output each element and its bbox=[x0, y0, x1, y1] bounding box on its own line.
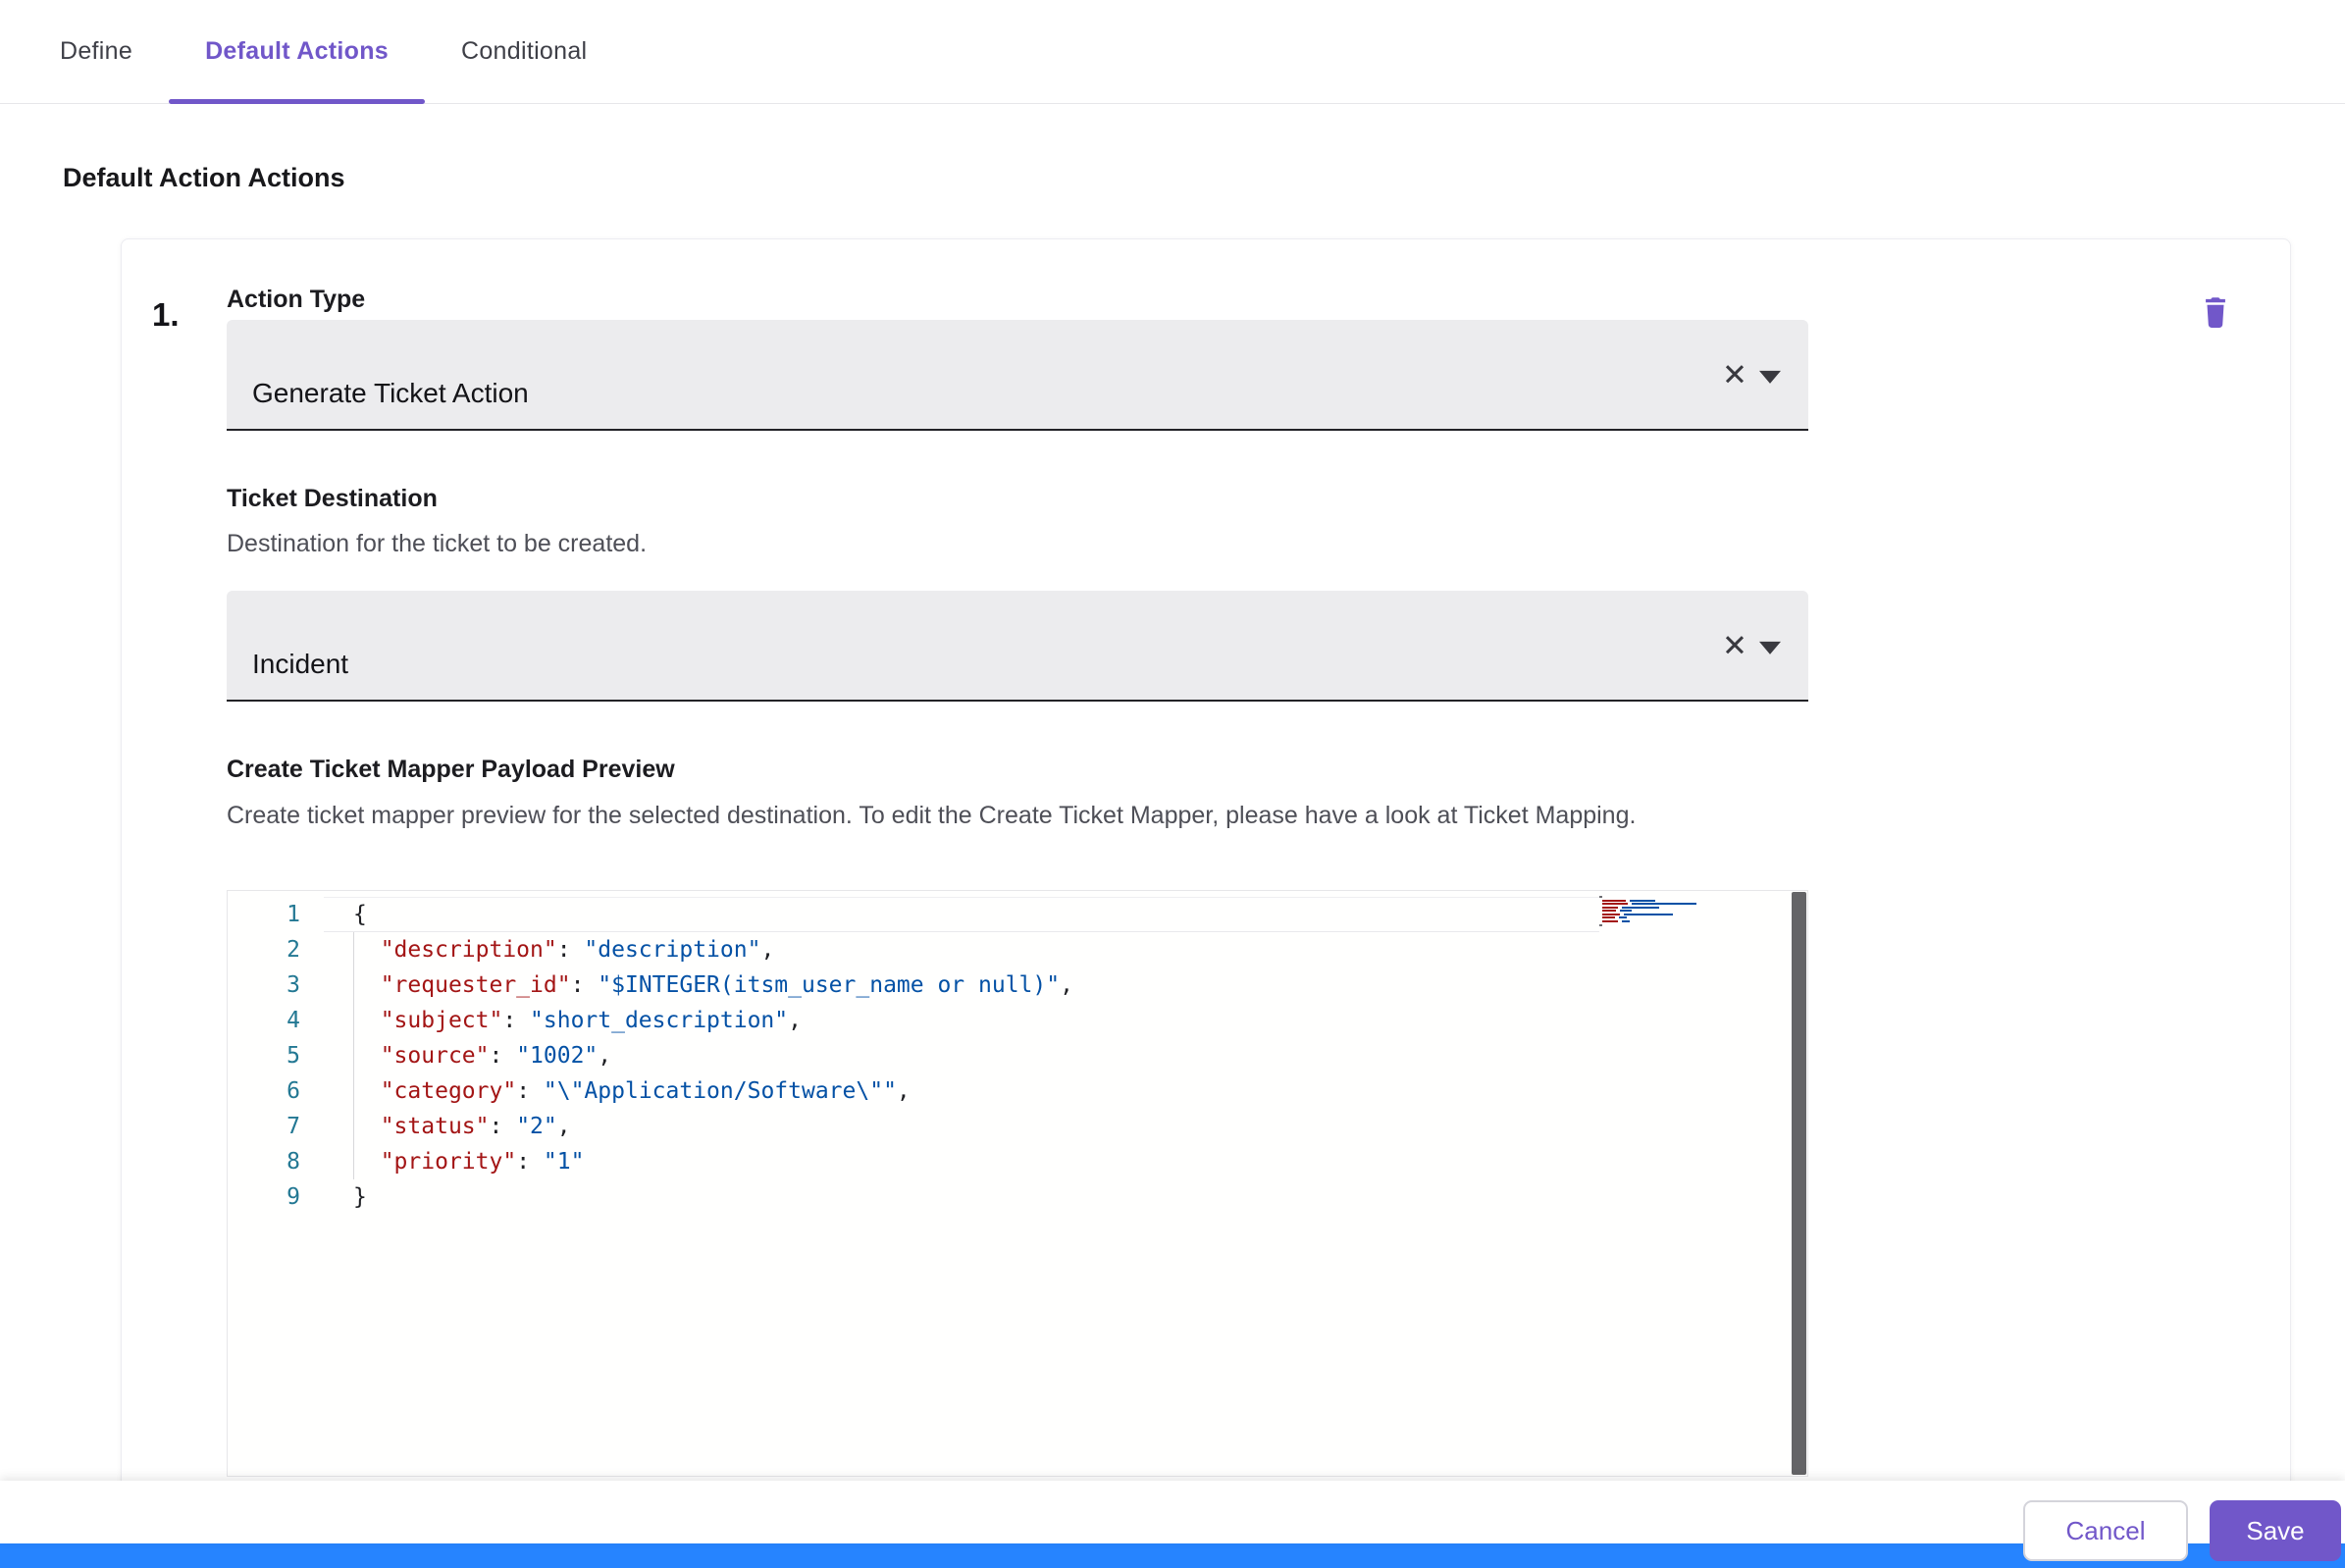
editor-minimap[interactable] bbox=[1599, 896, 1707, 929]
trash-icon bbox=[2199, 292, 2232, 333]
action-type-select[interactable]: Generate Ticket Action ✕ bbox=[227, 320, 1808, 431]
clear-x-icon[interactable]: ✕ bbox=[1722, 359, 1747, 390]
payload-preview-label: Create Ticket Mapper Payload Preview bbox=[227, 756, 675, 783]
code-editor-gutter: 123456789 bbox=[287, 902, 300, 1210]
delete-action-button[interactable] bbox=[2192, 288, 2239, 336]
chevron-down-icon[interactable] bbox=[1759, 641, 1781, 654]
editor-scrollbar[interactable] bbox=[1792, 892, 1806, 1475]
ticket-destination-help: Destination for the ticket to be created… bbox=[227, 530, 648, 557]
code-editor-lines: { "description": "description", "request… bbox=[353, 902, 1073, 1210]
ticket-destination-value: Incident bbox=[252, 649, 349, 679]
payload-preview-help: Create ticket mapper preview for the sel… bbox=[227, 802, 1637, 829]
ticket-destination-select[interactable]: Incident ✕ bbox=[227, 591, 1808, 702]
code-editor[interactable]: 123456789 { "description": "description"… bbox=[227, 890, 1808, 1477]
ticket-destination-label: Ticket Destination bbox=[227, 485, 438, 512]
tab-bar: Define Default Actions Conditional bbox=[0, 0, 2345, 104]
active-tab-indicator bbox=[169, 99, 425, 104]
tab-default-actions[interactable]: Default Actions bbox=[169, 0, 425, 104]
action-type-value: Generate Ticket Action bbox=[252, 378, 529, 408]
action-type-label: Action Type bbox=[227, 286, 366, 313]
footer-bar bbox=[0, 1481, 2345, 1543]
page-title: Default Action Actions bbox=[63, 163, 345, 192]
save-button[interactable]: Save bbox=[2210, 1500, 2341, 1561]
tab-conditional[interactable]: Conditional bbox=[425, 0, 623, 103]
tab-define-label: Define bbox=[60, 37, 133, 65]
tab-default-actions-label: Default Actions bbox=[205, 37, 389, 65]
bottom-accent-bar bbox=[0, 1542, 2345, 1568]
clear-x-icon[interactable]: ✕ bbox=[1722, 630, 1747, 660]
cancel-button[interactable]: Cancel bbox=[2023, 1500, 2188, 1561]
tab-define[interactable]: Define bbox=[24, 0, 169, 103]
chevron-down-icon[interactable] bbox=[1759, 370, 1781, 384]
action-index: 1. bbox=[152, 296, 180, 333]
action-card: 1. Action Type Generate Ticket Action ✕ … bbox=[121, 238, 2291, 1491]
tab-conditional-label: Conditional bbox=[461, 37, 588, 65]
